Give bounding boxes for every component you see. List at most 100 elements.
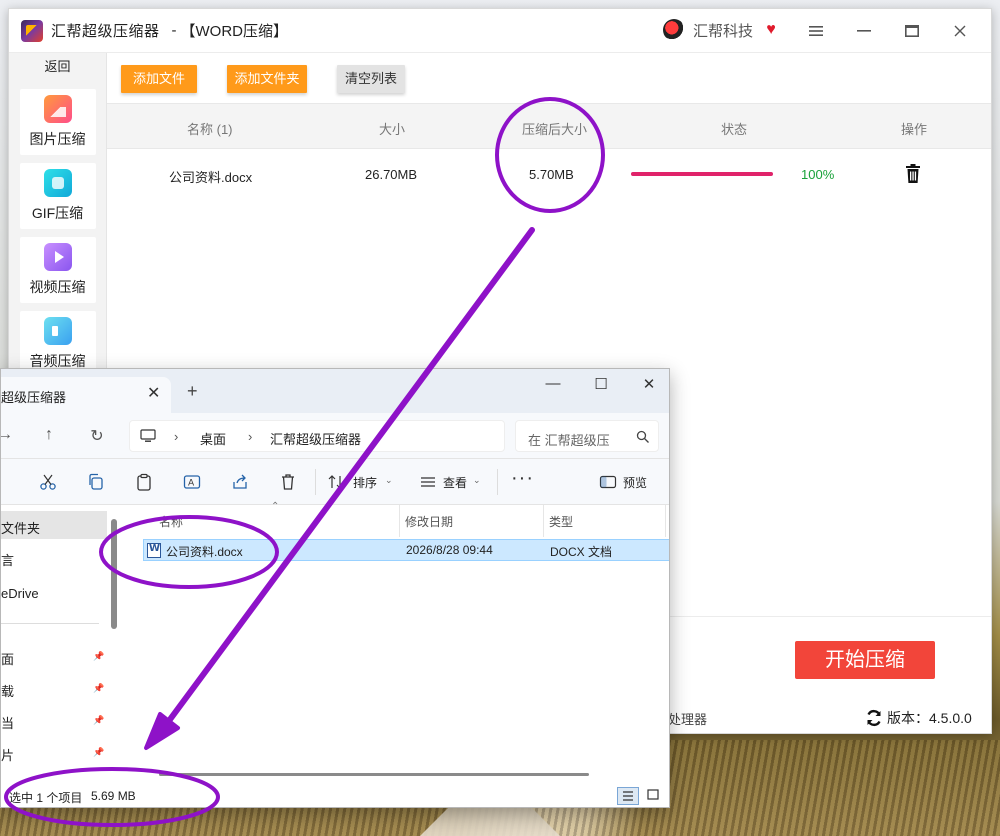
cut-icon[interactable]	[39, 473, 57, 491]
title-separator: -	[171, 22, 177, 39]
vip-heart-icon[interactable]: ♥	[761, 20, 781, 40]
brand-area: 汇帮科技 ♥	[662, 19, 781, 41]
video-icon	[43, 243, 72, 271]
menu-icon[interactable]	[793, 17, 839, 45]
sort-icon	[328, 475, 344, 489]
nav-item[interactable]: 片	[1, 745, 14, 764]
chevron-down-icon: ⌄	[385, 475, 393, 485]
chevron-down-icon: ⌄	[473, 475, 481, 485]
view-button[interactable]: 查看	[443, 474, 467, 491]
sidebar-item-label: 图片压缩	[29, 131, 86, 147]
file-name: 公司资料.docx	[169, 170, 253, 185]
version-text: 版本：4.5.0.0	[887, 710, 972, 726]
sort-button[interactable]: 排序	[353, 474, 377, 491]
audio-icon	[43, 317, 72, 345]
pin-icon: 📌	[93, 715, 105, 725]
col-header-name[interactable]: 名称	[159, 513, 183, 530]
nav-divider	[1, 623, 99, 624]
explorer-tab[interactable]: 超级压缩器 ✕	[1, 377, 171, 413]
breadcrumb-item[interactable]: 桌面	[200, 429, 226, 448]
copy-icon[interactable]	[87, 473, 105, 491]
more-options-button[interactable]: ···	[511, 467, 534, 490]
nav-item[interactable]: 面	[1, 649, 14, 668]
rename-icon[interactable]: A	[183, 473, 201, 491]
nav-item[interactable]: 文件夹	[1, 511, 107, 539]
tab-close-icon[interactable]: ✕	[147, 383, 160, 403]
clear-list-button[interactable]: 清空列表	[337, 65, 405, 93]
col-header-modified[interactable]: 修改日期	[405, 513, 453, 530]
tiles-view-button[interactable]	[643, 787, 665, 805]
add-folder-button[interactable]: 添加文件夹	[227, 65, 307, 93]
column-separator	[399, 505, 400, 537]
search-placeholder: 在 汇帮超级压	[528, 433, 610, 448]
breadcrumb[interactable]: › 桌面 › 汇帮超级压缩器	[129, 420, 505, 452]
command-separator	[315, 469, 316, 495]
start-compress-button[interactable]: 开始压缩	[795, 641, 935, 679]
nav-item[interactable]: 载	[1, 681, 14, 700]
pin-icon: 📌	[93, 683, 105, 693]
pin-icon: 📌	[93, 651, 105, 661]
svg-text:A: A	[188, 479, 195, 489]
maximize-icon[interactable]	[889, 17, 935, 45]
table-row[interactable]: 公司资料.docx 26.70MB 5.70MB 100%	[107, 149, 991, 199]
sidebar-item-image-compress[interactable]: 图片压缩	[19, 89, 96, 155]
image-icon	[43, 95, 72, 123]
col-header-compressed[interactable]: 压缩后大小	[522, 119, 587, 138]
sidebar-item-label: GIF压缩	[31, 205, 84, 221]
col-header-name[interactable]: 名称 (1)	[187, 119, 233, 138]
details-view-button[interactable]	[617, 787, 639, 805]
breadcrumb-item[interactable]: 汇帮超级压缩器	[270, 429, 361, 448]
file-explorer-window: 超级压缩器 ✕ + — ☐ ✕ → ↑ ↻ › 桌面 › 汇帮超级压缩器 在 汇…	[0, 368, 670, 808]
col-header-type[interactable]: 类型	[549, 513, 573, 530]
paste-icon[interactable]	[135, 473, 153, 491]
refresh-icon[interactable]: ↻	[87, 426, 107, 446]
nav-scrollbar[interactable]	[111, 519, 117, 629]
back-button[interactable]: 返回	[9, 53, 106, 81]
share-icon[interactable]	[231, 473, 249, 491]
sidebar-item-video-compress[interactable]: 视频压缩	[19, 237, 96, 303]
status-selection: 选中 1 个项目	[9, 791, 83, 805]
column-separator	[543, 505, 544, 537]
minimize-icon[interactable]	[841, 17, 887, 45]
sidebar-item-label: 视频压缩	[29, 279, 86, 295]
sidebar-item-gif-compress[interactable]: GIF压缩	[19, 163, 96, 229]
chevron-right-icon: ›	[174, 429, 179, 444]
refresh-icon	[867, 709, 881, 727]
file-modified: 2026/8/28 09:44	[406, 543, 493, 557]
new-tab-icon[interactable]: +	[187, 381, 198, 402]
nav-item[interactable]: eDrive	[1, 586, 39, 601]
nav-item[interactable]: 言	[1, 550, 14, 569]
computer-icon	[140, 429, 156, 442]
version-info[interactable]: 版本：4.5.0.0	[865, 708, 972, 728]
file-size: 26.70MB	[365, 167, 418, 182]
list-item[interactable]: 公司资料.docx 2026/8/28 09:44 DOCX 文档	[143, 539, 669, 561]
col-header-size[interactable]: 大小	[379, 119, 405, 138]
preview-button[interactable]: 预览	[623, 474, 647, 491]
gif-icon	[43, 169, 72, 197]
explorer-status-bar: 选中 1 个项目 5.69 MB	[1, 783, 669, 807]
forward-icon[interactable]: →	[1, 426, 15, 446]
pin-icon: 📌	[93, 747, 105, 757]
delete-icon[interactable]	[279, 473, 297, 491]
nav-item[interactable]: 当	[1, 713, 14, 732]
file-table-header: 名称 (1) 大小 压缩后大小 状态 操作	[107, 103, 991, 149]
list-hscrollbar[interactable]	[159, 773, 589, 776]
column-separator	[665, 505, 666, 537]
app-logo-icon	[21, 19, 43, 42]
close-icon[interactable]	[937, 17, 983, 45]
app-title: 汇帮超级压缩器	[51, 23, 160, 40]
trash-icon[interactable]	[905, 164, 921, 184]
explorer-tabbar: 超级压缩器 ✕ + — ☐ ✕	[1, 369, 669, 413]
chevron-right-icon: ›	[248, 429, 253, 444]
close-icon[interactable]: ✕	[637, 375, 661, 397]
search-icon	[636, 430, 649, 443]
sort-caret-icon: ⌃	[271, 501, 280, 512]
minimize-icon[interactable]: —	[541, 375, 565, 397]
view-icon	[421, 477, 435, 487]
add-file-button[interactable]: 添加文件	[121, 65, 197, 93]
explorer-nav-pane: 文件夹 言 eDrive 面 📌 载 📌 当 📌 片 📌	[1, 505, 109, 780]
search-input[interactable]: 在 汇帮超级压	[515, 420, 659, 452]
maximize-icon[interactable]: ☐	[589, 375, 613, 397]
brand-name: 汇帮科技	[692, 22, 753, 40]
up-icon[interactable]: ↑	[39, 426, 59, 446]
